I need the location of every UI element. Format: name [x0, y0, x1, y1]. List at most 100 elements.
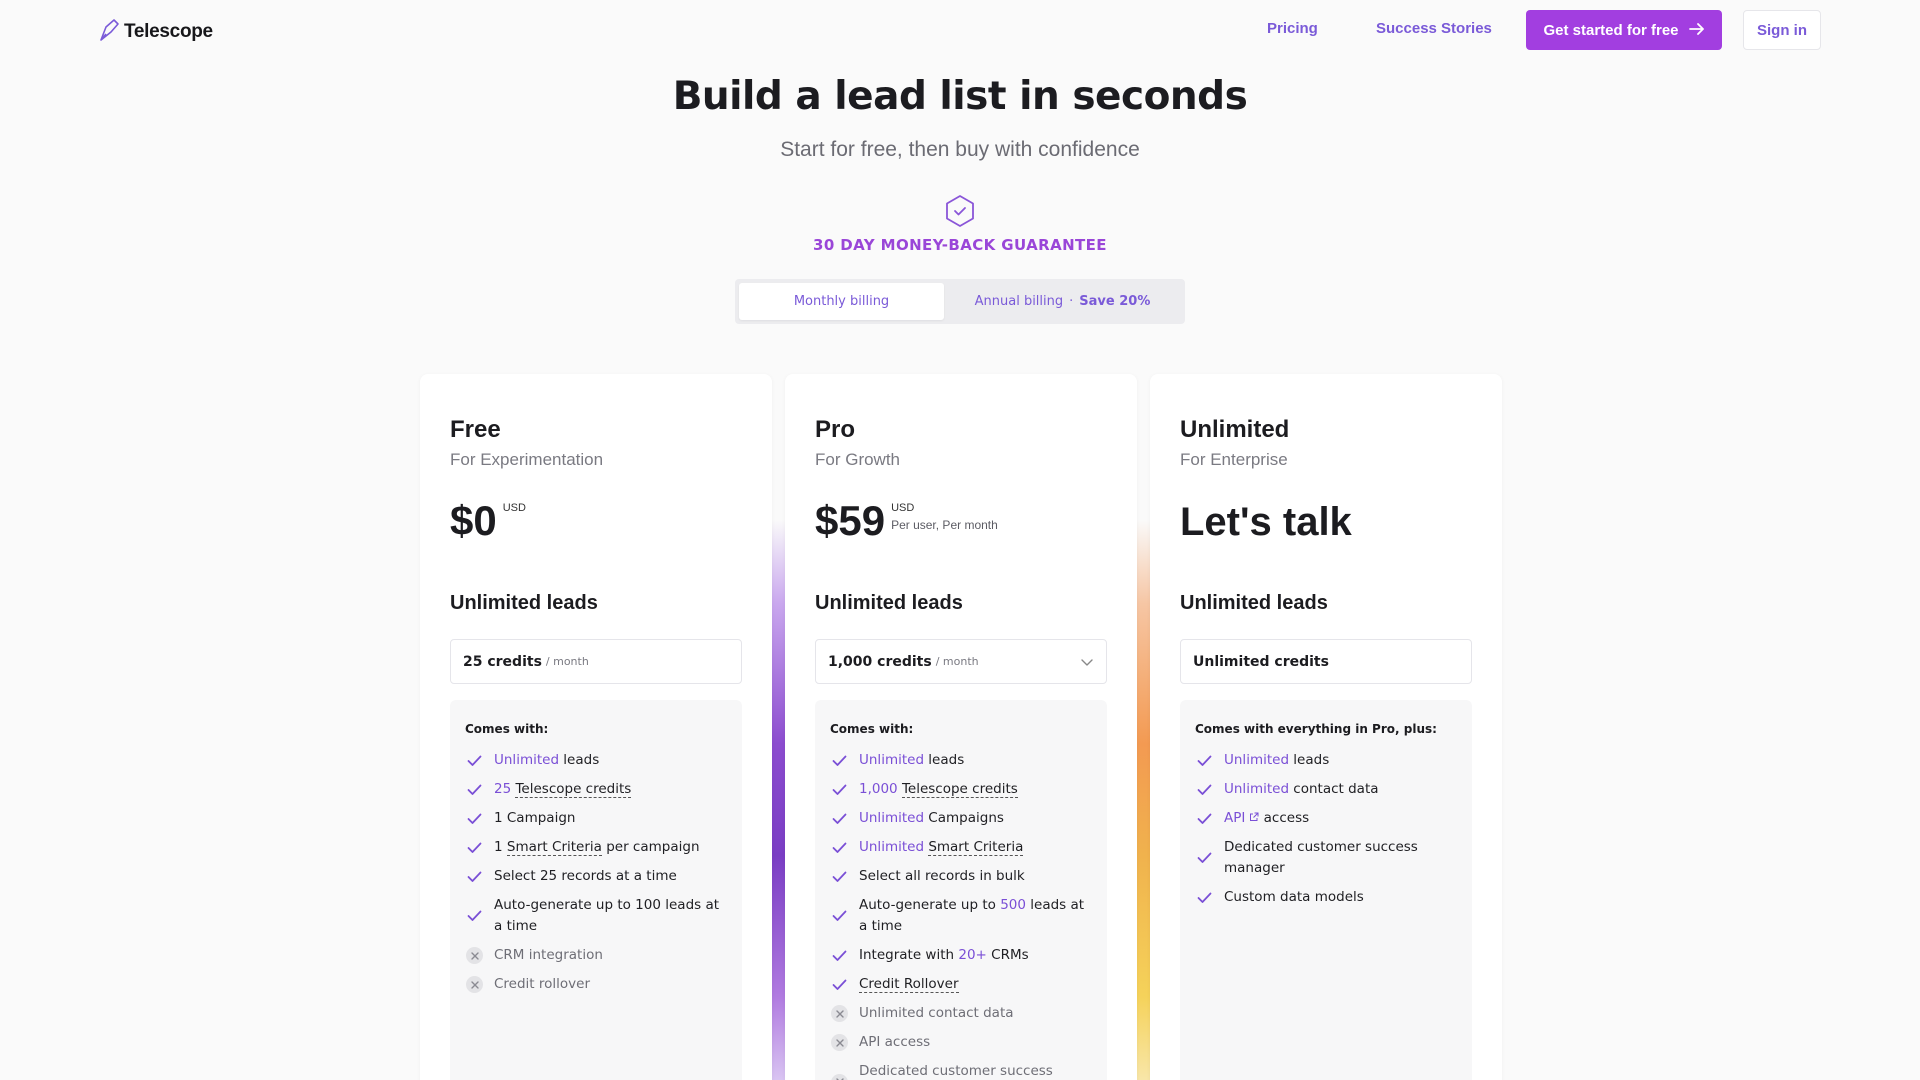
- features-panel: Comes with: Unlimited leads 25 Telescope …: [450, 700, 742, 1080]
- feature-text: Unlimited Smart Criteria: [859, 837, 1024, 858]
- feature-item: Credit rollover: [465, 974, 727, 995]
- feature-highlight: API: [1224, 810, 1246, 826]
- feature-label: Credit rollover: [494, 976, 591, 992]
- get-started-button[interactable]: Get started for free: [1526, 10, 1722, 50]
- feature-highlight: 20+: [958, 947, 987, 963]
- leads-heading: Unlimited leads: [1180, 592, 1328, 614]
- credits-unit: / month: [545, 655, 589, 668]
- arrow-right-icon: [1688, 22, 1705, 39]
- feature-label: Select 25 records at a time: [494, 868, 677, 884]
- nav-link-pricing[interactable]: Pricing: [1267, 20, 1318, 37]
- feature-item: Auto-generate up to 100 leads at a time: [465, 895, 727, 937]
- feature-item: Unlimited leads: [830, 750, 1092, 771]
- plan-price: Let's talk: [1180, 500, 1352, 544]
- credits-unit: / month: [935, 655, 979, 668]
- leads-heading: Unlimited leads: [450, 592, 598, 614]
- feature-highlight: Unlimited: [1224, 752, 1290, 768]
- feature-prefix: 1: [494, 839, 507, 855]
- feature-item: 1,000 Telescope credits: [830, 779, 1092, 800]
- features-panel: Comes with: Unlimited leads 1,000 Telesco…: [815, 700, 1107, 1080]
- feature-text: 25 Telescope credits: [494, 779, 632, 800]
- feature-text: Credit Rollover: [859, 974, 959, 995]
- feature-term[interactable]: Smart Criteria: [506, 839, 602, 856]
- credits-select[interactable]: 1,000 credits / month: [815, 639, 1107, 684]
- check-icon: [1195, 809, 1214, 828]
- check-icon: [1195, 780, 1214, 799]
- feature-text: 1 Smart Criteria per campaign: [494, 837, 700, 858]
- currency-label: USD: [891, 502, 915, 514]
- check-icon: [830, 780, 849, 799]
- plan-price: $59: [815, 497, 886, 544]
- feature-label: access: [1259, 810, 1310, 826]
- feature-label: per campaign: [601, 839, 700, 855]
- nav-link-success-stories[interactable]: Success Stories: [1376, 20, 1492, 37]
- feature-highlight: Unlimited: [859, 810, 925, 826]
- features-heading: Comes with everything in Pro, plus:: [1195, 722, 1437, 736]
- plan-card-pro: Pro For Growth $59 USD Per user, Per mon…: [785, 374, 1137, 1080]
- leads-heading: Unlimited leads: [815, 592, 963, 614]
- feature-item: Unlimited leads: [465, 750, 727, 771]
- feature-item: Integrate with 20+ CRMs: [830, 945, 1092, 966]
- billing-toggle: Monthly billing Annual billing · Save 20…: [735, 279, 1185, 324]
- feature-item: CRM integration: [465, 945, 727, 966]
- check-icon: [830, 975, 849, 994]
- check-icon: [1195, 888, 1214, 907]
- feature-label: API access: [859, 1034, 931, 1050]
- feature-text: Integrate with 20+ CRMs: [859, 945, 1029, 966]
- feature-label: Auto-generate up to 100 leads at a time: [494, 897, 720, 934]
- feature-prefix: Auto-generate up to: [859, 897, 1001, 913]
- feature-item: Auto-generate up to 500 leads at a time: [830, 895, 1092, 937]
- annual-billing-label: Annual billing: [974, 294, 1064, 309]
- x-circle-icon: [830, 1073, 849, 1080]
- check-icon: [1195, 751, 1214, 770]
- feature-text: Unlimited Campaigns: [859, 808, 1004, 829]
- feature-highlight: 500: [1000, 897, 1026, 913]
- feature-term[interactable]: Telescope credits: [515, 781, 632, 798]
- price-row: $59 USD Per user, Per month: [815, 500, 998, 542]
- feature-highlight: Unlimited: [1224, 781, 1290, 797]
- features-panel: Comes with everything in Pro, plus: Unli…: [1180, 700, 1472, 1080]
- feature-term[interactable]: Telescope credits: [901, 781, 1018, 798]
- page-title: Build a lead list in seconds: [672, 74, 1248, 119]
- sign-in-button[interactable]: Sign in: [1743, 10, 1821, 50]
- feature-item: Dedicated customer success manager: [1195, 837, 1457, 879]
- feature-term[interactable]: Credit Rollover: [859, 976, 959, 993]
- annual-billing-option[interactable]: Annual billing · Save 20%: [944, 283, 1181, 320]
- plan-card-free: Free For Experimentation $0 USD Unlimite…: [420, 374, 772, 1080]
- feature-item: API access: [830, 1032, 1092, 1053]
- chevron-down-icon: [1080, 655, 1094, 673]
- features-list: Unlimited leads 1,000 Telescope credits Un…: [830, 750, 1092, 1080]
- feature-highlight: 1,000: [859, 781, 898, 797]
- plan-name: Free: [450, 416, 501, 443]
- check-icon: [1195, 849, 1214, 868]
- logo[interactable]: Telescope: [98, 18, 213, 46]
- top-nav: Telescope Pricing Success Stories Get st…: [0, 0, 1920, 60]
- feature-highlight: 25: [494, 781, 512, 797]
- monthly-billing-option[interactable]: Monthly billing: [739, 283, 944, 320]
- feature-item: Custom data models: [1195, 887, 1457, 908]
- feature-label: Dedicated customer success manager: [1224, 839, 1418, 876]
- feature-label: leads: [559, 752, 600, 768]
- x-circle-icon: [465, 946, 484, 965]
- feature-item: Unlimited Campaigns: [830, 808, 1092, 829]
- feature-term[interactable]: Smart Criteria: [928, 839, 1024, 856]
- feature-text: Select 25 records at a time: [494, 866, 677, 887]
- feature-text: Dedicated customer success manager: [859, 1061, 1092, 1080]
- features-heading: Comes with:: [465, 722, 549, 736]
- check-icon: [830, 809, 849, 828]
- credits-display: Unlimited credits: [1180, 639, 1472, 684]
- feature-text: CRM integration: [494, 945, 603, 966]
- feature-text: Unlimited leads: [494, 750, 599, 771]
- logo-text: Telescope: [124, 21, 213, 42]
- feature-item: 25 Telescope credits: [465, 779, 727, 800]
- feature-label: Unlimited contact data: [859, 1005, 1014, 1021]
- feature-text: 1 Campaign: [494, 808, 575, 829]
- check-icon: [830, 867, 849, 886]
- check-icon: [465, 867, 484, 886]
- feature-label: Custom data models: [1224, 889, 1364, 905]
- currency-label: USD: [502, 502, 526, 514]
- feature-item: Credit Rollover: [830, 974, 1092, 995]
- check-icon: [465, 751, 484, 770]
- feature-text: Unlimited leads: [859, 750, 964, 771]
- plan-tagline: For Enterprise: [1180, 450, 1288, 469]
